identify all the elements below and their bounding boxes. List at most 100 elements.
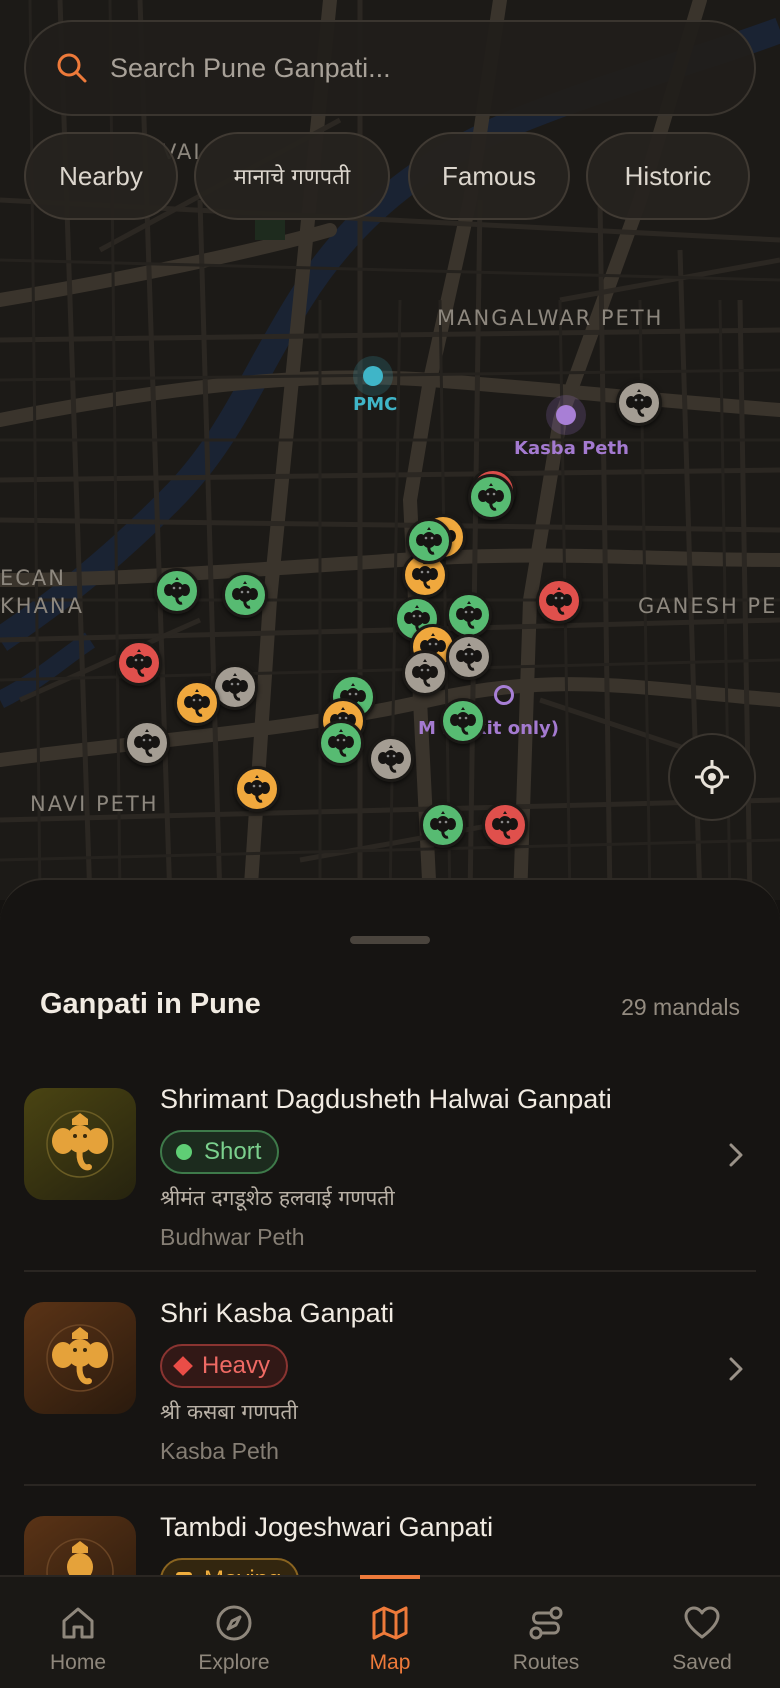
chip-historic[interactable]: Historic [586, 132, 750, 220]
sheet-drag-handle[interactable] [350, 936, 430, 944]
bottom-sheet[interactable]: Ganpati in Pune 29 mandals Shrimant Dagd… [0, 878, 780, 1578]
mandal-thumbnail [24, 1088, 136, 1200]
locate-me-button[interactable] [668, 733, 756, 821]
crowd-status-label: Heavy [202, 1352, 271, 1379]
mandal-name: Tambdi Jogeshwari Ganpati [160, 1512, 494, 1542]
area-label-deccan: ECAN [0, 566, 67, 590]
ganesha-silhouette-icon [184, 689, 210, 717]
ganesha-icon [46, 1538, 114, 1578]
nav-routes-label: Routes [512, 1651, 580, 1674]
kasba-poi-label: Kasba Peth [514, 438, 629, 459]
kasba-poi-dot[interactable] [556, 405, 576, 425]
mandal-marker[interactable] [440, 698, 486, 744]
mandal-list-item[interactable]: Shri Kasba Ganpati Heavy श्री कसबा गणपती… [24, 1272, 756, 1486]
mandal-marker[interactable] [222, 572, 268, 618]
nav-saved-label: Saved [672, 1651, 732, 1674]
nav-map[interactable]: Map [312, 1575, 468, 1688]
home-icon [62, 1607, 94, 1639]
routes-icon [529, 1606, 563, 1640]
crosshair-icon [695, 760, 729, 794]
ganesha-silhouette-icon [416, 527, 442, 555]
ganesha-silhouette-icon [244, 775, 270, 803]
mandal-count: 29 mandals [621, 994, 740, 1020]
mandal-marker[interactable] [116, 640, 162, 686]
chevron-right-icon [729, 1143, 743, 1167]
search-input[interactable]: Search Pune Ganpati... [110, 53, 391, 84]
ganesha-silhouette-icon [478, 483, 504, 511]
nav-home[interactable]: Home [0, 1577, 156, 1688]
mandal-marker[interactable] [446, 592, 492, 638]
mandal-marker[interactable] [420, 802, 466, 848]
chip-famous[interactable]: Famous [408, 132, 570, 220]
sheet-title: Ganpati in Pune [40, 988, 261, 1020]
ganesha-silhouette-icon [412, 659, 438, 687]
search-icon [57, 53, 87, 83]
ganesha-silhouette-icon [412, 561, 438, 589]
ganesha-silhouette-icon [456, 643, 482, 671]
compass-icon [216, 1605, 252, 1641]
mandal-name: Shrimant Dagdusheth Halwai Ganpati [160, 1084, 612, 1114]
ganesha-silhouette-icon [456, 601, 482, 629]
mandal-marker[interactable] [446, 634, 492, 680]
mandal-marker[interactable] [368, 736, 414, 782]
status-dot-icon [176, 1144, 192, 1160]
ganesha-icon [46, 1110, 114, 1178]
ganesha-silhouette-icon [232, 581, 258, 609]
nav-explore[interactable]: Explore [156, 1577, 312, 1688]
ganesha-icon [46, 1324, 114, 1392]
ganesha-silhouette-icon [126, 649, 152, 677]
nav-saved[interactable]: Saved [624, 1577, 780, 1688]
mandal-marker[interactable] [154, 568, 200, 614]
mandal-marker[interactable] [468, 474, 514, 520]
mandal-marker[interactable] [234, 766, 280, 812]
map-icon [372, 1606, 408, 1640]
ganesha-silhouette-icon [546, 587, 572, 615]
metro-exit-poi[interactable] [494, 685, 514, 705]
ganesha-silhouette-icon [328, 729, 354, 757]
area-label-mangalwar-peth: MANGALWAR PETH [437, 306, 664, 330]
crowd-status-label: Short [204, 1138, 262, 1165]
mandal-marker[interactable] [536, 578, 582, 624]
mandal-list-item[interactable]: Tambdi Jogeshwari Ganpati Moving [24, 1486, 756, 1578]
ganesha-silhouette-icon [164, 577, 190, 605]
area-label-khana: KHANA [0, 594, 85, 618]
crowd-status-badge: Heavy [160, 1344, 289, 1388]
mandal-area: Budhwar Peth [160, 1224, 305, 1250]
ganesha-silhouette-icon [430, 811, 456, 839]
chip-nearby[interactable]: Nearby [24, 132, 178, 220]
bottom-nav: Home Explore Map Routes Saved [0, 1575, 780, 1688]
ganesha-silhouette-icon [378, 745, 404, 773]
mandal-list-item[interactable]: Shrimant Dagdusheth Halwai Ganpati Short… [24, 1058, 756, 1272]
ganesha-silhouette-icon [222, 673, 248, 701]
ganesha-silhouette-icon [134, 729, 160, 757]
ganesha-silhouette-icon [626, 389, 652, 417]
nav-routes[interactable]: Routes [468, 1577, 624, 1688]
mandal-area: Kasba Peth [160, 1438, 279, 1464]
pmc-poi-dot[interactable] [363, 366, 383, 386]
chip-manache-ganpati[interactable]: मानाचे गणपती [194, 132, 390, 220]
map-view[interactable]: MANGALWAR PETH ECAN KHANA GANESH PE NAVI… [0, 0, 780, 900]
mandal-marathi-name: श्री कसबा गणपती [160, 1400, 298, 1424]
mandal-marathi-name: श्रीमंत दगडूशेठ हलवाई गणपती [160, 1186, 395, 1210]
mandal-marker[interactable] [318, 720, 364, 766]
mandal-marker[interactable] [402, 650, 448, 696]
area-label-ganesh-peth: GANESH PE [638, 594, 778, 618]
nav-explore-label: Explore [198, 1651, 270, 1674]
chevron-right-icon [729, 1357, 743, 1381]
ganesha-silhouette-icon [492, 811, 518, 839]
nav-home-label: Home [49, 1651, 107, 1674]
nav-map-label: Map [369, 1651, 411, 1674]
search-bar[interactable]: Search Pune Ganpati... [24, 20, 756, 116]
mandal-marker[interactable] [482, 802, 528, 848]
mandal-marker[interactable] [616, 380, 662, 426]
mandal-marker[interactable] [124, 720, 170, 766]
mandal-marker[interactable] [174, 680, 220, 726]
crowd-status-badge: Short [160, 1130, 280, 1174]
mandal-name: Shri Kasba Ganpati [160, 1298, 395, 1328]
heart-icon [684, 1606, 720, 1639]
mandal-thumbnail [24, 1516, 136, 1578]
ganesha-silhouette-icon [450, 707, 476, 735]
pmc-poi-label: PMC [353, 394, 398, 415]
mandal-marker[interactable] [406, 518, 452, 564]
status-diamond-icon [173, 1356, 193, 1376]
